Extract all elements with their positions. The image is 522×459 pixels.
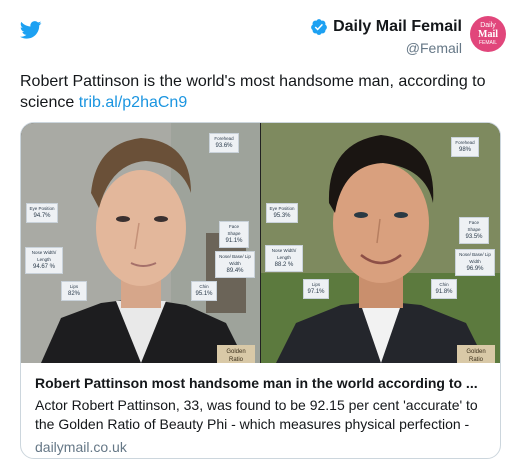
right-label-nose-lip: Nose/ Base/ Lip Width 96.9% (455, 249, 495, 276)
tweet-link[interactable]: trib.al/p2haCn9 (79, 94, 188, 111)
left-label-face-shape: Face Shape 91.1% (219, 221, 249, 248)
card-body[interactable]: Robert Pattinson most handsome man in th… (21, 364, 500, 457)
left-label-lips: Lips 82% (61, 281, 87, 301)
right-label-forehead: Forehead 98% (451, 137, 479, 157)
author-handle[interactable]: @Femail (310, 40, 462, 56)
left-label-nose-lip: Nose/ Base/ Lip Width 89.4% (215, 251, 255, 278)
right-label-nose-width: Nose Width/ Length 88.2 % (265, 245, 303, 272)
author-display-name[interactable]: Daily Mail Femail (333, 18, 462, 36)
right-label-chin: Chin 91.8% (431, 279, 457, 299)
card-description: Actor Robert Pattinson, 33, was found to… (35, 397, 478, 432)
card-title[interactable]: Robert Pattinson most handsome man in th… (35, 374, 486, 393)
right-label-face-shape: Face Shape 93.5% (459, 217, 489, 244)
tweet-text: Robert Pattinson is the world's most han… (20, 71, 506, 113)
link-card[interactable]: Forehead 93.6% Eye Position 94.7% Face Sha… (20, 122, 501, 459)
tweet-author[interactable]: Daily Mail Femail @Femail Daily Mail FEM… (310, 16, 506, 56)
card-domain: dailymail.co.uk (35, 439, 127, 455)
embedded-tweet: Daily Mail Femail @Femail Daily Mail FEM… (0, 0, 522, 459)
avatar-text-line3: FEMAIL (478, 40, 498, 46)
left-golden-ratio-label: Golden Ratio Rating (217, 345, 255, 363)
card-image[interactable]: Forehead 93.6% Eye Position 94.7% Face Sha… (21, 123, 500, 363)
twitter-bird-icon[interactable] (20, 21, 42, 39)
avatar[interactable]: Daily Mail FEMAIL (470, 16, 506, 52)
avatar-text-line2: Mail (478, 29, 498, 40)
right-label-lips: Lips 97.1% (303, 279, 329, 299)
left-label-nose-width: Nose Width/ Length 94.67 % (25, 247, 63, 274)
right-label-eye-position: Eye Position 95.3% (266, 203, 298, 223)
pattinson-photo: Forehead 93.6% Eye Position 94.7% Face Sha… (21, 123, 260, 363)
right-golden-ratio-label: Golden Ratio Rating (457, 345, 495, 363)
left-label-eye-position: Eye Position 94.7% (26, 203, 58, 223)
verified-badge-icon (311, 19, 327, 35)
left-label-chin: Chin 95.1% (191, 281, 217, 301)
cavill-photo: Forehead 98% Eye Position 95.3% Face Shape… (261, 123, 500, 363)
left-label-forehead: Forehead 93.6% (209, 133, 239, 153)
